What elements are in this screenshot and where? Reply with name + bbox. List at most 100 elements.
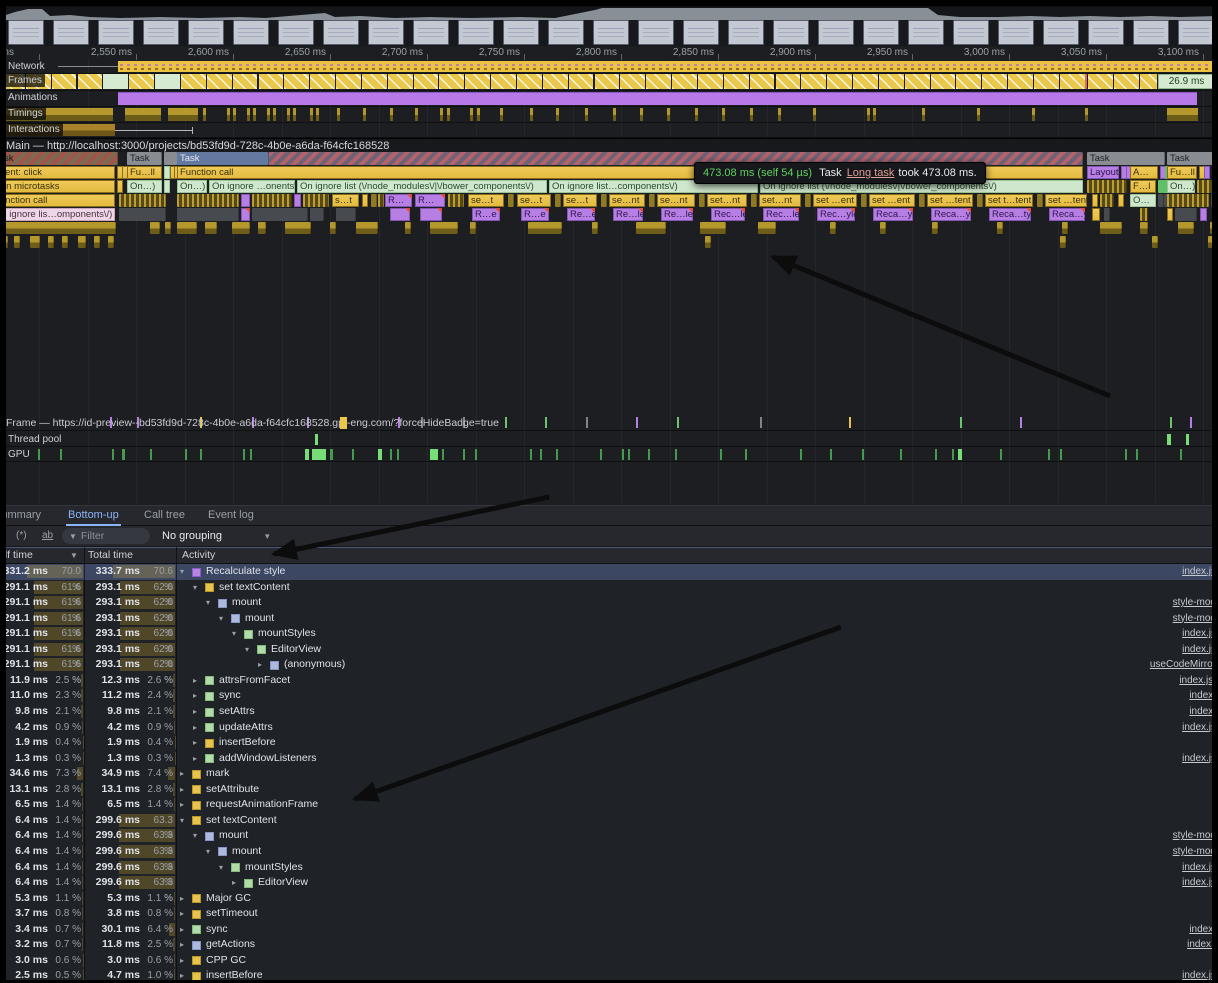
table-row[interactable]: 2.5 ms0.5 %4.7 ms1.0 %▸insertBeforeindex… [0,968,1218,983]
gpu-task[interactable] [60,449,62,460]
timing-mark[interactable] [695,108,698,121]
timing-mark[interactable] [203,108,206,121]
animation-bar[interactable] [118,92,1197,105]
source-link[interactable]: index. [1189,688,1216,704]
flame-bar[interactable] [119,194,166,207]
tab-event-log[interactable]: Event log [206,506,256,524]
flame-bar[interactable] [330,222,336,234]
flame-bar[interactable] [1062,222,1068,234]
thread-pool-task[interactable] [1167,434,1171,445]
frame-block-partial[interactable] [517,74,542,89]
frame-block-partial[interactable] [233,74,258,89]
frame-block-partial[interactable] [1060,74,1085,89]
disclosure-right-icon[interactable]: ▸ [193,751,197,767]
gpu-task[interactable] [1125,449,1127,460]
frame-block-partial[interactable] [853,74,878,89]
gpu-task[interactable] [1214,449,1217,460]
timing-mark[interactable] [316,108,319,121]
frame-block-partial[interactable] [465,74,490,89]
timing-mark[interactable] [585,108,588,121]
gpu-task[interactable] [305,449,309,460]
filmstrip-thumbnail[interactable] [143,20,179,45]
disclosure-down-icon[interactable]: ▾ [193,828,197,844]
flame-bar[interactable]: Fu…ll [127,166,162,179]
flame-bar[interactable]: F…l [1130,180,1156,193]
table-row[interactable]: 5.3 ms1.1 %5.3 ms1.1 %▸Major GC [0,891,1218,907]
gpu-task[interactable] [463,449,465,460]
table-row[interactable]: 11.0 ms2.3 %11.2 ms2.4 %▸syncindex. [0,688,1218,704]
flame-bar[interactable]: se…t [563,194,597,207]
filmstrip[interactable] [0,20,1218,46]
timing-mark[interactable] [477,108,480,121]
flame-bar[interactable]: R…e [521,208,549,221]
timing-mark[interactable] [1085,108,1088,121]
gpu-task[interactable] [556,449,558,460]
flame-bar[interactable] [108,236,114,248]
timing-mark[interactable] [440,108,443,121]
flame-bar[interactable]: Rec…le [711,208,745,221]
disclosure-right-icon[interactable]: ▸ [180,953,184,969]
timing-mark[interactable] [867,108,870,121]
timing-mark[interactable] [363,108,366,121]
flame-bar[interactable] [258,222,266,234]
timing-mark[interactable] [415,108,418,121]
filmstrip-thumbnail[interactable] [773,20,809,45]
flame-bar[interactable] [830,222,836,234]
disclosure-down-icon[interactable]: ▾ [180,813,184,829]
flame-bar[interactable] [390,208,410,221]
timing-mark[interactable] [640,108,643,121]
source-link[interactable]: index.js [1182,860,1216,876]
flame-bar[interactable] [303,194,329,207]
flame-bar[interactable] [205,222,217,234]
flame-bar[interactable] [1211,194,1218,207]
gpu-track[interactable]: GPU [0,447,1218,462]
timing-mark[interactable] [977,108,980,121]
flame-bar[interactable] [356,222,378,234]
gpu-task[interactable] [397,449,399,460]
filmstrip-thumbnail[interactable] [638,20,674,45]
frame-block-partial[interactable] [181,74,206,89]
timing-mark[interactable] [253,108,256,121]
table-row[interactable]: 6.5 ms1.4 %6.5 ms1.4 %▸requestAnimationF… [0,797,1218,813]
flame-bar[interactable] [1118,194,1124,207]
table-row[interactable]: 3.2 ms0.7 %11.8 ms2.5 %▸getActionsindex.… [0,937,1218,953]
timing-mark[interactable] [1032,108,1035,121]
gpu-task[interactable] [800,449,802,460]
flame-bar[interactable] [150,222,160,234]
disclosure-right-icon[interactable]: ▸ [193,673,197,689]
table-row[interactable]: 34.6 ms7.3 %34.9 ms7.4 %▸mark [0,766,1218,782]
frame-block-partial[interactable] [1140,74,1157,89]
table-row[interactable]: 3.4 ms0.7 %30.1 ms6.4 %▸syncindex. [0,922,1218,938]
long-task-link[interactable]: Long task [847,167,895,179]
timing-mark[interactable] [1167,108,1198,121]
flame-bar[interactable] [1140,222,1148,234]
flame-bar[interactable]: R… [415,194,445,207]
frame-block-partial[interactable] [362,74,387,89]
table-row[interactable]: 331.2 ms70.0 %333.7 ms70.6 %▾Recalculate… [0,564,1218,580]
filmstrip-thumbnail[interactable] [1043,20,1079,45]
flame-bar[interactable]: R… [385,194,412,207]
flame-bar[interactable] [164,180,170,193]
timing-mark[interactable] [293,108,296,121]
source-link[interactable]: index.js [1182,720,1216,736]
flame-bar[interactable] [119,208,166,221]
frame-block-partial[interactable] [414,74,439,89]
interactions-track[interactable]: Interactions [0,123,1218,138]
table-row[interactable]: 3.7 ms0.8 %3.8 ms0.8 %▸setTimeout [0,906,1218,922]
frame-block-partial[interactable] [931,74,956,89]
disclosure-right-icon[interactable]: ▸ [193,688,197,704]
flame-bar[interactable] [1197,180,1215,193]
table-row[interactable]: 291.1 ms61.6 %293.1 ms62.0 %▸(anonymous)… [0,657,1218,673]
flame-bar[interactable]: set …tent [927,194,973,207]
flame-bar[interactable] [241,194,250,207]
timing-mark[interactable] [922,108,925,121]
flame-bar[interactable]: se…nt [657,194,695,207]
sort-descending-icon[interactable]: ▼ [70,548,78,563]
filmstrip-thumbnail[interactable] [1133,20,1169,45]
source-link[interactable]: index.j [1187,937,1216,953]
chevron-down-icon[interactable]: ▾ [265,526,270,546]
flame-bar[interactable]: s…t [332,194,359,207]
frame-block-partial[interactable] [595,74,620,89]
timing-mark[interactable] [750,108,753,121]
filmstrip-thumbnail[interactable] [278,20,314,45]
